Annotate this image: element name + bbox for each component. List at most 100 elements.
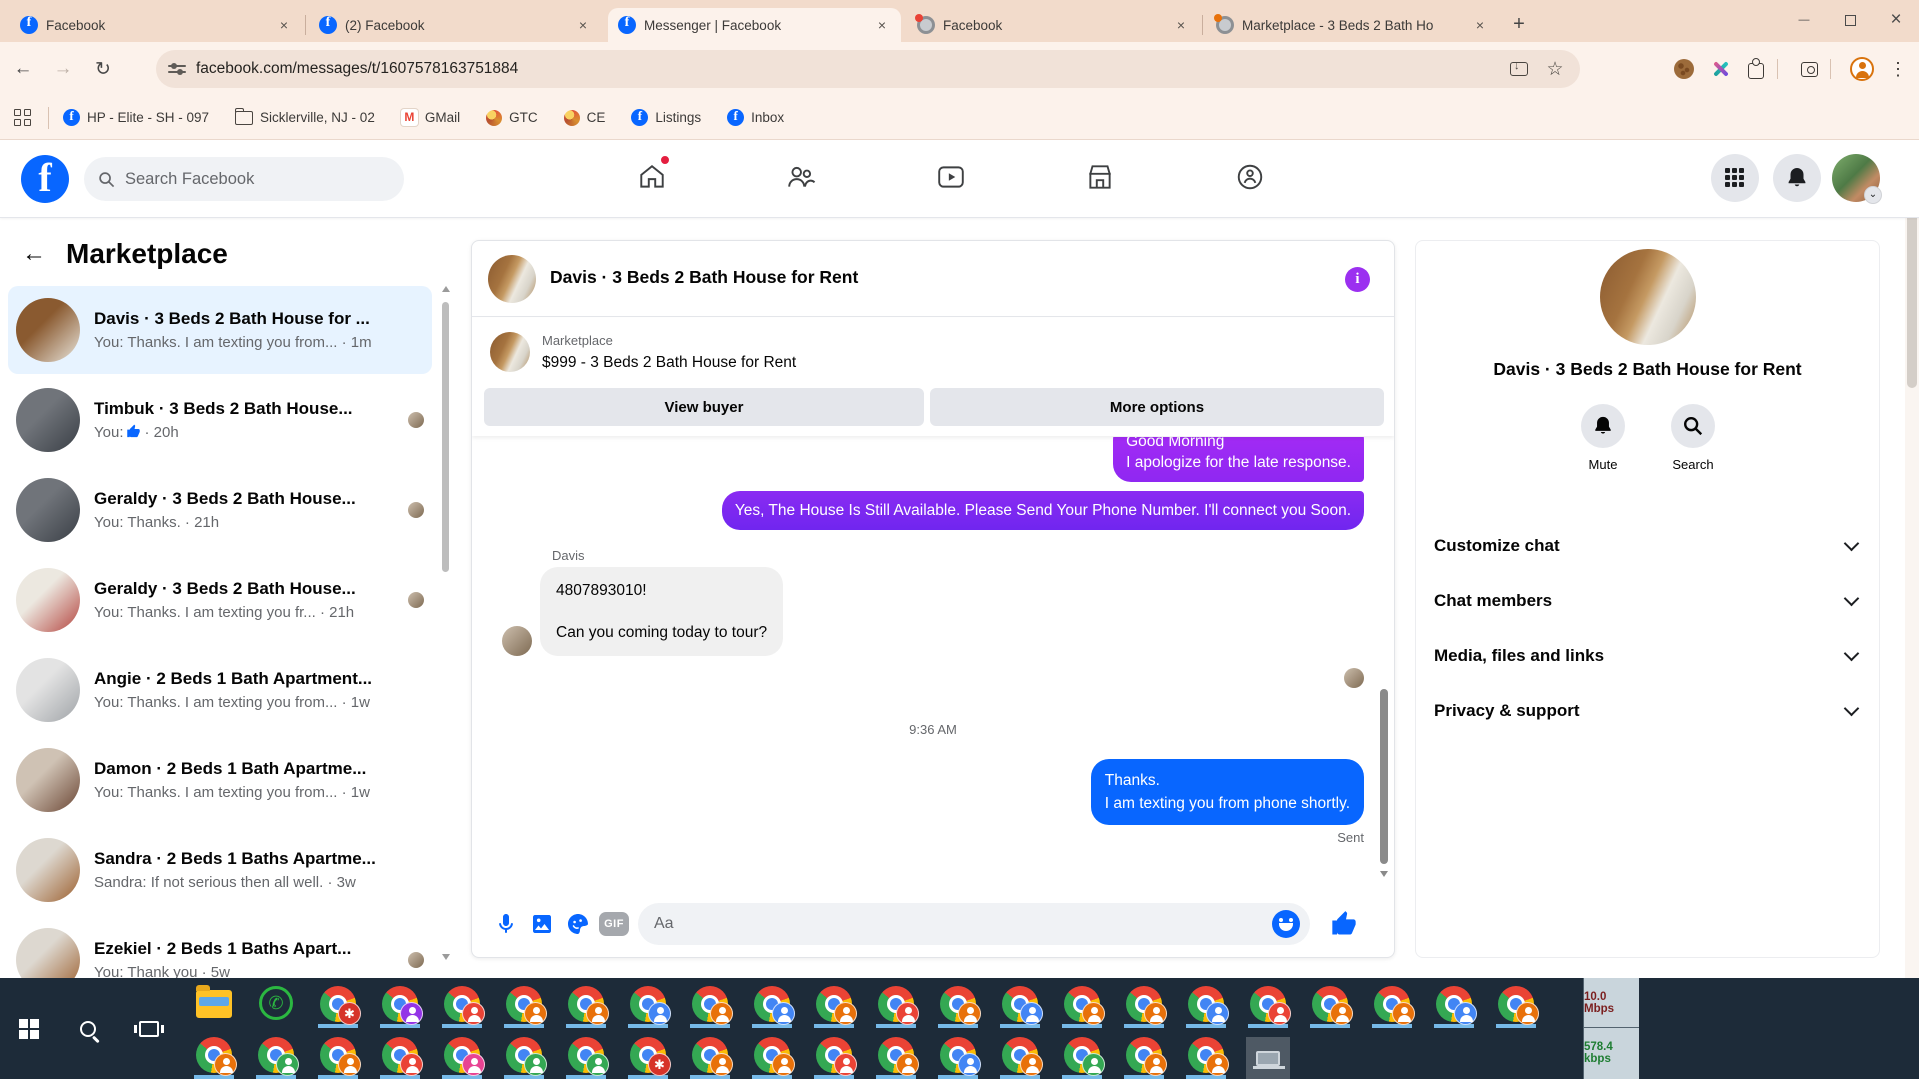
cookie-extension-icon[interactable]: [1671, 56, 1697, 82]
taskbar-app-12[interactable]: [865, 986, 927, 1028]
more-options-button[interactable]: More options: [930, 388, 1384, 426]
window-minimize-button[interactable]: [1781, 0, 1827, 40]
tab-close-icon[interactable]: [1172, 16, 1190, 34]
taskbar-app-6[interactable]: [493, 986, 555, 1028]
taskbar-app-22[interactable]: [1485, 986, 1547, 1028]
apps-menu-button[interactable]: [1711, 154, 1759, 202]
taskbar-app-16[interactable]: [1113, 1037, 1175, 1079]
bookmark-item-2[interactable]: Sicklerville, NJ - 02: [235, 107, 375, 125]
start-button[interactable]: [0, 978, 58, 1079]
gif-button[interactable]: GIF: [596, 906, 632, 942]
taskbar-app-5[interactable]: [431, 986, 493, 1028]
url-text[interactable]: facebook.com/messages/t/1607578163751884: [196, 60, 1496, 78]
sticker-button[interactable]: [560, 906, 596, 942]
taskbar-app-10[interactable]: [741, 986, 803, 1028]
tab-close-icon[interactable]: [574, 16, 592, 34]
taskbar-app-9[interactable]: [679, 986, 741, 1028]
bookmark-item-4[interactable]: GTC: [486, 109, 538, 126]
taskbar-app-2[interactable]: [245, 1037, 307, 1079]
site-settings-icon[interactable]: [168, 60, 186, 78]
taskbar-app-6[interactable]: [493, 1037, 555, 1079]
chat-list-item-4[interactable]: Geraldy · 3 Beds 2 Bath House... You: Tha…: [8, 556, 432, 644]
page-scrollbar[interactable]: [1905, 140, 1919, 978]
conversation-avatar[interactable]: [488, 255, 536, 303]
browser-tab-5[interactable]: Marketplace - 3 Beds 2 Bath Ho: [1206, 8, 1499, 42]
scroll-down-arrow[interactable]: [442, 954, 450, 960]
browser-profile-avatar[interactable]: [1849, 56, 1875, 82]
nav-home-tab[interactable]: [627, 152, 677, 202]
taskbar-app-4[interactable]: [369, 1037, 431, 1079]
back-button[interactable]: ←: [6, 52, 40, 86]
taskbar-app-11[interactable]: [803, 1037, 865, 1079]
tab-close-icon[interactable]: [873, 16, 891, 34]
install-app-icon[interactable]: [1506, 56, 1532, 82]
taskbar-app-3[interactable]: [307, 986, 369, 1028]
nav-friends-tab[interactable]: [776, 152, 826, 202]
chat-list-scrollbar[interactable]: [441, 278, 451, 968]
nav-groups-tab[interactable]: [1225, 152, 1275, 202]
bookmark-item-6[interactable]: Listings: [631, 108, 701, 126]
back-arrow-icon[interactable]: [16, 236, 52, 272]
message-bubble-incoming[interactable]: 4807893010! Can you coming today to tour…: [540, 567, 784, 656]
nav-watch-tab[interactable]: [926, 152, 976, 202]
taskbar-app-12[interactable]: [865, 1037, 927, 1079]
taskbar-app-18[interactable]: [1237, 1037, 1299, 1079]
section-media-files-and-links[interactable]: Media, files and links: [1416, 629, 1879, 683]
taskbar-app-4[interactable]: [369, 986, 431, 1028]
side-panel-search-icon[interactable]: [1796, 56, 1822, 82]
bookmark-item-5[interactable]: CE: [563, 109, 605, 126]
browser-tab-3[interactable]: Messenger | Facebook: [608, 8, 901, 42]
nav-marketplace-tab[interactable]: [1075, 152, 1125, 202]
scrollbar-thumb[interactable]: [1380, 689, 1388, 864]
chat-list-item-5[interactable]: Angie · 2 Beds 1 Bath Apartment... You: T…: [8, 646, 432, 734]
bookmark-item-1[interactable]: HP - Elite - SH - 097: [63, 108, 209, 126]
window-maximize-button[interactable]: [1827, 0, 1873, 40]
taskbar-app-1[interactable]: [183, 1037, 245, 1079]
view-buyer-button[interactable]: View buyer: [484, 388, 924, 426]
taskbar-app-9[interactable]: [679, 1037, 741, 1079]
message-bubble-outgoing[interactable]: Thanks. I am texting you from phone shor…: [1090, 759, 1364, 825]
details-avatar[interactable]: [1600, 249, 1696, 345]
taskbar-app-19[interactable]: [1299, 986, 1361, 1028]
taskbar-app-13[interactable]: [927, 1037, 989, 1079]
message-bubble-outgoing[interactable]: Yes, The House Is Still Available. Pleas…: [721, 491, 1364, 530]
scroll-up-arrow[interactable]: [442, 286, 450, 292]
browser-tab-2[interactable]: (2) Facebook: [309, 8, 602, 42]
scrollbar-thumb[interactable]: [442, 302, 449, 572]
taskbar-app-13[interactable]: [927, 986, 989, 1028]
voice-clip-button[interactable]: [488, 906, 524, 942]
taskbar-app-7[interactable]: [555, 986, 617, 1028]
composer-input[interactable]: [654, 915, 1272, 933]
scroll-down-arrow[interactable]: [1380, 871, 1388, 877]
taskbar-app-15[interactable]: [1051, 986, 1113, 1028]
taskbar-app-16[interactable]: [1113, 986, 1175, 1028]
task-view-button[interactable]: [118, 978, 180, 1079]
reload-button[interactable]: ↻: [86, 52, 120, 86]
taskbar-app-11[interactable]: [803, 986, 865, 1028]
sender-avatar[interactable]: [502, 626, 532, 656]
facebook-search[interactable]: [84, 157, 404, 201]
facebook-logo[interactable]: f: [21, 155, 69, 203]
browser-menu-icon[interactable]: [1885, 56, 1911, 82]
chat-list-item-8[interactable]: Ezekiel · 2 Beds 1 Baths Apart... You: Th…: [8, 916, 432, 978]
message-bubble-outgoing[interactable]: Good Morning I apologize for the late re…: [1113, 437, 1364, 482]
taskbar-app-20[interactable]: [1361, 986, 1423, 1028]
browser-tab-1[interactable]: Facebook: [10, 8, 303, 42]
network-speed-widget[interactable]: 10.0 Mbps 578.4 kbps: [1583, 978, 1639, 1079]
taskbar-app-17[interactable]: [1175, 1037, 1237, 1079]
taskbar-app-17[interactable]: [1175, 986, 1237, 1028]
search-button[interactable]: Search: [1648, 404, 1738, 472]
taskbar-app-7[interactable]: [555, 1037, 617, 1079]
apps-grid-icon[interactable]: [14, 108, 32, 127]
chat-list-item-1[interactable]: Davis · 3 Beds 2 Bath House for ... You: …: [8, 286, 432, 374]
listing-title[interactable]: $999 - 3 Beds 2 Bath House for Rent: [542, 354, 796, 372]
taskbar-app-5[interactable]: [431, 1037, 493, 1079]
taskbar-search-button[interactable]: [58, 978, 118, 1079]
x-extension-icon[interactable]: [1707, 56, 1733, 82]
taskbar-app-15[interactable]: [1051, 1037, 1113, 1079]
tab-close-icon[interactable]: [275, 16, 293, 34]
extensions-puzzle-icon[interactable]: [1743, 56, 1769, 82]
listing-thumbnail[interactable]: [490, 332, 530, 372]
like-button[interactable]: [1326, 906, 1362, 942]
profile-avatar[interactable]: ⌄: [1832, 154, 1882, 204]
